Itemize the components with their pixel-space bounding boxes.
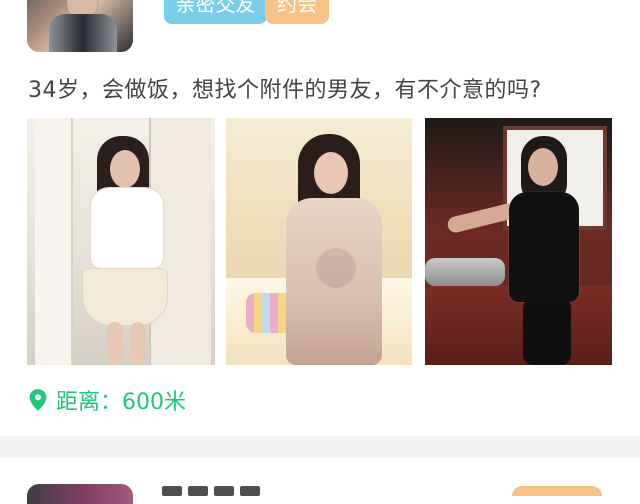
user-avatar[interactable]: [27, 0, 133, 52]
post-photo-3[interactable]: [425, 118, 612, 365]
post-card: 亲密交友 约会 34岁，会做饭，想找个附件的男友，有不介意的吗? 距离：600米: [0, 0, 640, 436]
photo-person-face: [314, 152, 348, 194]
next-name-char-3: [214, 486, 234, 496]
next-name-char-1: [162, 486, 182, 496]
photo-person-face: [528, 148, 558, 186]
photo-person-top: [509, 192, 579, 302]
distance-row: 距离：600米: [28, 386, 186, 415]
post-photo-1[interactable]: [27, 118, 215, 365]
tag-dating[interactable]: 约会: [265, 0, 329, 24]
next-name-char-4: [240, 486, 260, 496]
photo-door-left: [35, 118, 73, 365]
next-user-name[interactable]: [162, 480, 282, 500]
location-pin-icon: [29, 389, 47, 411]
avatar-clothing: [49, 14, 117, 52]
photo-dress-pattern: [316, 248, 356, 288]
photo-person-leg-right: [130, 322, 146, 365]
post-text: 34岁，会做饭，想找个附件的男友，有不介意的吗?: [28, 78, 542, 103]
post-photo-2[interactable]: [226, 118, 412, 365]
next-name-char-2: [188, 486, 208, 496]
next-user-avatar[interactable]: [27, 484, 133, 504]
distance-text: 距离：600米: [56, 390, 186, 415]
next-post-tag[interactable]: [512, 486, 602, 496]
photo-person-skirt: [82, 268, 168, 326]
tag-intimate-dating[interactable]: 亲密交友: [164, 0, 267, 24]
feed-divider: [0, 436, 640, 458]
photo-person-top: [91, 188, 163, 268]
photo-person-pants: [523, 298, 571, 365]
photo-person-leg-left: [107, 322, 123, 365]
photo-person-face: [110, 150, 140, 188]
photo-sink: [425, 258, 505, 286]
